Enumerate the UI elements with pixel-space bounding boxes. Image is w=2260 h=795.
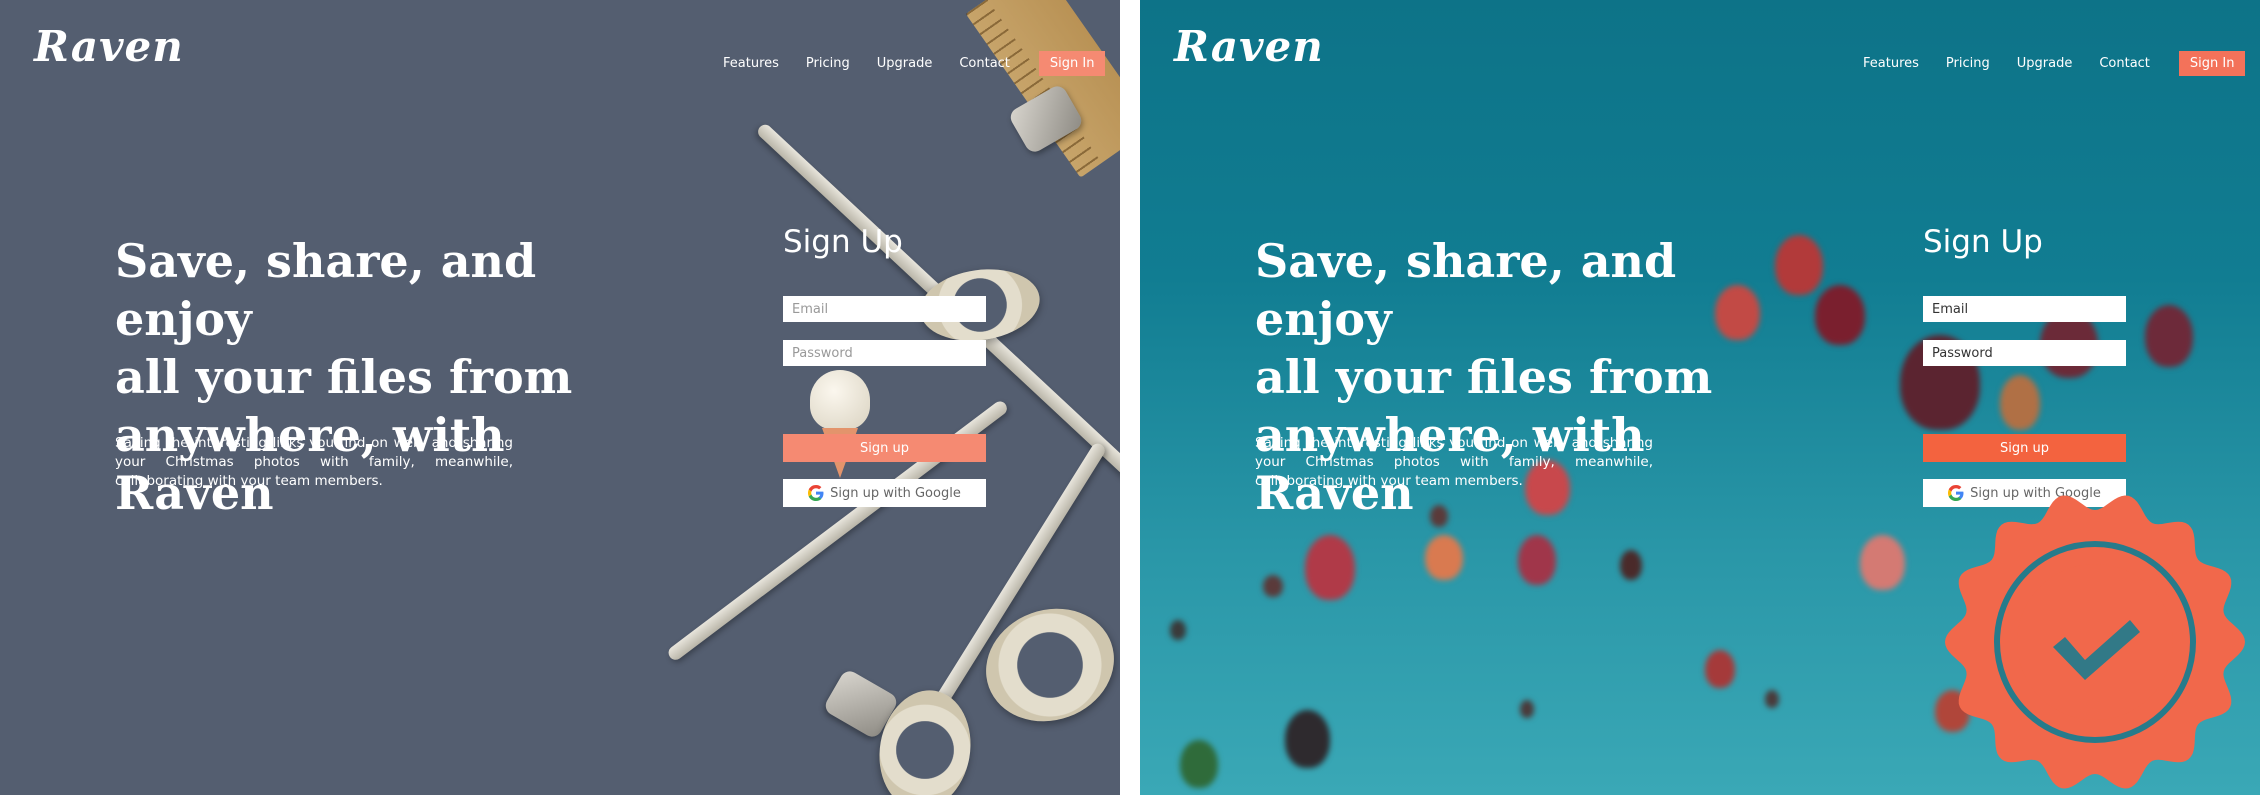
comparison-stage: Raven Features Pricing Upgrade Contact S… [0,0,2260,795]
signup-button[interactable]: Sign up [1923,434,2126,462]
balloon-decoration [1518,535,1556,585]
nav-link-features[interactable]: Features [1863,56,1919,71]
balloon-decoration [1705,650,1735,688]
logo[interactable]: Raven [34,22,184,71]
headline-line: all your files from [1255,350,1713,404]
nav-link-features[interactable]: Features [723,56,779,71]
hero-subtext: Saving the interesting links you find on… [115,435,513,489]
signup-form-title: Sign Up [1923,224,2043,260]
top-nav: Features Pricing Upgrade Contact Sign In [1863,51,2246,76]
balloon-decoration [1815,285,1865,345]
balloon-decoration [1180,740,1218,788]
top-nav: Features Pricing Upgrade Contact Sign In [723,51,1106,76]
nav-link-contact[interactable]: Contact [2099,56,2150,71]
eraser-decoration [810,370,870,430]
nav-link-pricing[interactable]: Pricing [1946,56,1990,71]
nav-link-pricing[interactable]: Pricing [806,56,850,71]
password-field[interactable] [783,340,986,366]
balloon-decoration [1860,535,1905,590]
nav-link-contact[interactable]: Contact [959,56,1010,71]
balloon-decoration [2000,375,2040,430]
balloon-decoration [1285,710,1330,768]
sign-in-button[interactable]: Sign In [2178,51,2246,76]
balloon-decoration [2145,305,2193,367]
google-icon [808,485,824,501]
google-signup-button[interactable]: Sign up with Google [783,479,986,507]
balloon-decoration [1263,575,1283,597]
nav-link-upgrade[interactable]: Upgrade [2017,56,2073,71]
email-field[interactable] [1923,296,2126,322]
hero-subtext: Saving the interesting links you find on… [1255,435,1653,489]
balloon-decoration [1520,700,1534,718]
verified-badge-icon [1945,495,2245,789]
balloon-decoration [1620,550,1642,580]
balloon-decoration [1170,620,1186,640]
logo[interactable]: Raven [1174,22,1324,71]
signup-form-title: Sign Up [783,224,903,260]
sign-in-button[interactable]: Sign In [1038,51,1106,76]
headline-line: Save, share, and enjoy [1255,234,1677,346]
headline-line: all your files from [115,350,573,404]
balloon-decoration [1425,535,1463,580]
landing-page-variant-left: Raven Features Pricing Upgrade Contact S… [0,0,1120,795]
balloon-decoration [1305,535,1355,600]
nav-link-upgrade[interactable]: Upgrade [877,56,933,71]
google-button-label: Sign up with Google [830,485,961,501]
balloon-decoration [1765,690,1779,708]
signup-button[interactable]: Sign up [783,434,986,462]
ruler-decoration [965,0,1120,178]
password-field[interactable] [1923,340,2126,366]
headline-line: Save, share, and enjoy [115,234,537,346]
email-field[interactable] [783,296,986,322]
